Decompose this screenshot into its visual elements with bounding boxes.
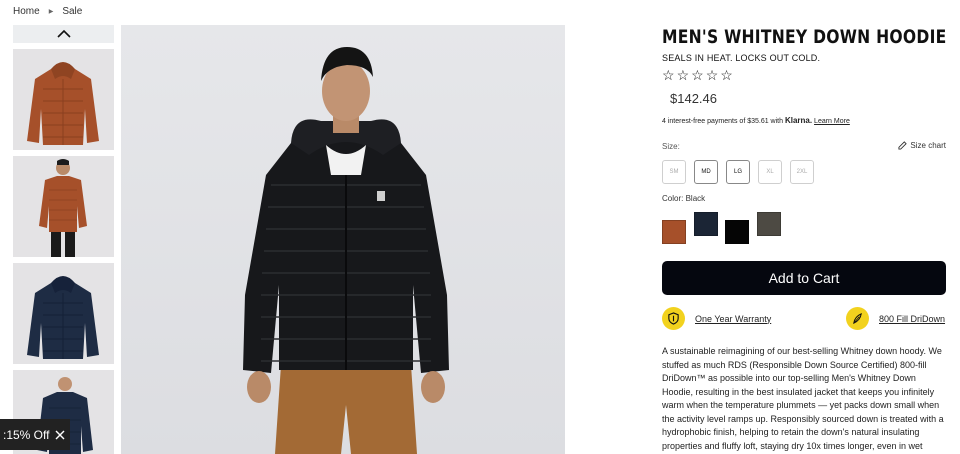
- model-image: [39, 159, 87, 257]
- klarna-brand: Klarna.: [784, 116, 813, 125]
- jacket-image: [27, 276, 99, 359]
- breadcrumb-separator-icon: ▶: [48, 9, 54, 15]
- color-swatch-orange[interactable]: [662, 220, 686, 244]
- size-label: Size:: [662, 142, 680, 151]
- pencil-icon: [898, 141, 908, 150]
- size-chart-label: Size chart: [910, 141, 946, 150]
- jacket-image: [27, 62, 99, 145]
- thumbnail-strip: [13, 25, 114, 454]
- rating-stars[interactable]: ☆ ☆ ☆ ☆ ☆: [662, 67, 733, 84]
- klarna-text: 4 interest-free payments of $35.61 with: [662, 118, 784, 125]
- breadcrumb-home[interactable]: Home: [13, 6, 40, 17]
- size-option-sm[interactable]: SM: [662, 160, 686, 184]
- color-swatch-black[interactable]: [725, 220, 749, 244]
- klarna-message: 4 interest-free payments of $35.61 with …: [662, 116, 850, 125]
- feature-badges: One Year Warranty 800 Fill DriDown: [662, 307, 946, 331]
- size-chart-link[interactable]: Size chart: [898, 141, 946, 150]
- size-option-lg[interactable]: LG: [726, 160, 750, 184]
- product-title: MEN'S WHITNEY DOWN HOODIE: [662, 26, 947, 48]
- thumbnail-navy-flatlay[interactable]: [13, 263, 114, 364]
- star-icon: ☆: [691, 67, 704, 83]
- color-swatch-olive[interactable]: [757, 212, 781, 236]
- klarna-learn-more-link[interactable]: Learn More: [814, 118, 850, 125]
- warranty-icon: [662, 307, 685, 330]
- promo-label: :15% Off: [3, 427, 50, 442]
- feather-icon: [846, 307, 869, 330]
- color-swatch-navy[interactable]: [694, 212, 718, 236]
- size-selector: SM MD LG XL 2XL: [662, 160, 814, 184]
- star-icon: ☆: [720, 67, 733, 83]
- selected-color-name: Black: [685, 194, 706, 203]
- thumbnail-orange-flatlay[interactable]: [13, 49, 114, 150]
- close-icon[interactable]: [55, 430, 65, 440]
- model-black-jacket-image: [243, 47, 449, 454]
- thumbnail-orange-model[interactable]: [13, 156, 114, 257]
- thumbnail-scroll-up-button[interactable]: [13, 25, 114, 43]
- chevron-up-icon: [56, 29, 71, 38]
- product-description: A sustainable reimagining of our best-se…: [662, 346, 944, 451]
- warranty-badge[interactable]: One Year Warranty: [662, 307, 771, 330]
- star-icon: ☆: [662, 67, 675, 83]
- product-price: $142.46: [670, 91, 717, 106]
- dridown-badge[interactable]: 800 Fill DriDown: [846, 307, 945, 330]
- promo-badge[interactable]: :15% Off: [0, 419, 70, 450]
- breadcrumb: Home ▶ Sale: [13, 6, 82, 17]
- size-option-md[interactable]: MD: [694, 160, 718, 184]
- size-option-2xl[interactable]: 2XL: [790, 160, 814, 184]
- main-product-image[interactable]: [121, 25, 565, 454]
- product-tagline: SEALS IN HEAT. LOCKS OUT COLD.: [662, 53, 821, 63]
- dridown-link[interactable]: 800 Fill DriDown: [879, 314, 945, 324]
- warranty-link[interactable]: One Year Warranty: [695, 314, 771, 324]
- size-option-xl[interactable]: XL: [758, 160, 782, 184]
- add-to-cart-button[interactable]: Add to Cart: [662, 261, 946, 295]
- color-label: Color: Black: [662, 194, 705, 203]
- star-icon: ☆: [705, 67, 719, 83]
- breadcrumb-sale[interactable]: Sale: [62, 6, 82, 17]
- color-label-prefix: Color:: [662, 194, 684, 203]
- star-icon: ☆: [676, 67, 690, 83]
